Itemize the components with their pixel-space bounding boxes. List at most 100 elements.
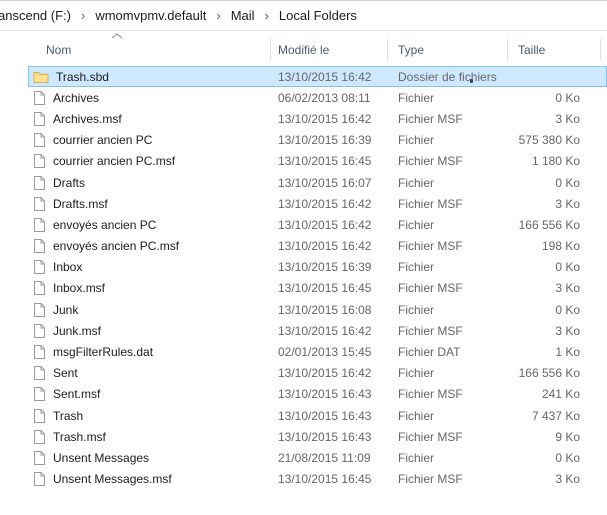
breadcrumb-item[interactable]: Mail bbox=[230, 6, 256, 25]
file-icon bbox=[33, 132, 46, 148]
file-row[interactable]: msgFilterRules.dat 02/01/2013 15:45 Fich… bbox=[28, 341, 607, 362]
file-row[interactable]: Drafts 13/10/2015 16:07 Fichier 0 Ko bbox=[28, 172, 607, 193]
file-row[interactable]: courrier ancien PC.msf 13/10/2015 16:45 … bbox=[28, 151, 607, 172]
column-header-type[interactable]: Type bbox=[398, 43, 424, 57]
mouse-cursor-artifact bbox=[470, 79, 473, 83]
file-icon bbox=[33, 408, 46, 424]
file-type: Fichier bbox=[387, 260, 507, 274]
column-header-name[interactable]: Nom bbox=[46, 43, 71, 57]
breadcrumb-item[interactable]: wmomvpmv.default bbox=[94, 6, 207, 25]
file-icon bbox=[33, 175, 46, 191]
file-icon bbox=[33, 302, 46, 318]
file-name: Archives.msf bbox=[53, 112, 122, 126]
breadcrumb-item[interactable]: Local Folders bbox=[278, 6, 358, 25]
column-resize-handle[interactable] bbox=[270, 38, 271, 61]
file-type: Fichier MSF bbox=[387, 239, 507, 253]
file-icon bbox=[33, 323, 46, 339]
file-icon bbox=[33, 302, 46, 318]
file-row[interactable]: Inbox 13/10/2015 16:39 Fichier 0 Ko bbox=[28, 257, 607, 278]
file-name: Trash bbox=[53, 409, 83, 423]
file-row[interactable]: envoyés ancien PC.msf 13/10/2015 16:42 F… bbox=[28, 236, 607, 257]
file-size: 3 Ko bbox=[507, 324, 600, 338]
file-icon bbox=[33, 175, 46, 191]
file-name-cell: Junk.msf bbox=[28, 323, 270, 339]
file-icon bbox=[33, 259, 46, 275]
file-modified-date: 13/10/2015 16:42 bbox=[270, 239, 387, 253]
file-size: 0 Ko bbox=[507, 303, 600, 317]
file-icon bbox=[33, 90, 46, 106]
breadcrumb-separator-icon: › bbox=[216, 9, 220, 22]
file-name-cell: envoyés ancien PC.msf bbox=[28, 238, 270, 254]
file-icon bbox=[33, 280, 46, 296]
file-icon bbox=[33, 259, 46, 275]
file-type: Fichier bbox=[387, 218, 507, 232]
file-row[interactable]: Sent.msf 13/10/2015 16:43 Fichier MSF 24… bbox=[28, 384, 607, 405]
file-name-cell: Trash.sbd bbox=[28, 70, 270, 84]
file-icon bbox=[33, 408, 46, 424]
file-modified-date: 13/10/2015 16:45 bbox=[270, 472, 387, 486]
file-size: 3 Ko bbox=[507, 112, 600, 126]
file-icon bbox=[33, 450, 46, 466]
file-type: Fichier MSF bbox=[387, 154, 507, 168]
file-size: 0 Ko bbox=[507, 176, 600, 190]
column-header-modified[interactable]: Modifié le bbox=[278, 43, 329, 57]
file-row[interactable]: Inbox.msf 13/10/2015 16:45 Fichier MSF 3… bbox=[28, 278, 607, 299]
file-icon bbox=[33, 344, 46, 360]
file-row[interactable]: courrier ancien PC 13/10/2015 16:39 Fich… bbox=[28, 130, 607, 151]
file-type: Fichier DAT bbox=[387, 345, 507, 359]
file-name: Unsent Messages bbox=[53, 451, 149, 465]
file-name: envoyés ancien PC.msf bbox=[53, 239, 179, 253]
column-resize-handle[interactable] bbox=[600, 38, 601, 61]
column-resize-handle[interactable] bbox=[507, 38, 508, 61]
file-row[interactable]: Archives.msf 13/10/2015 16:42 Fichier MS… bbox=[28, 108, 607, 129]
file-row[interactable]: Drafts.msf 13/10/2015 16:42 Fichier MSF … bbox=[28, 193, 607, 214]
file-row[interactable]: Trash 13/10/2015 16:43 Fichier 7 437 Ko bbox=[28, 405, 607, 426]
file-list: Trash.sbd 13/10/2015 16:42 Dossier de fi… bbox=[28, 66, 607, 490]
folder-icon bbox=[33, 70, 49, 84]
file-icon bbox=[33, 111, 46, 127]
file-type: Fichier bbox=[387, 303, 507, 317]
file-modified-date: 13/10/2015 16:42 bbox=[270, 112, 387, 126]
file-row[interactable]: Unsent Messages.msf 13/10/2015 16:45 Fic… bbox=[28, 469, 607, 490]
file-modified-date: 13/10/2015 16:42 bbox=[270, 197, 387, 211]
file-name: Inbox.msf bbox=[53, 281, 105, 295]
column-resize-handle[interactable] bbox=[387, 38, 388, 61]
file-icon bbox=[33, 217, 46, 233]
file-row[interactable]: Trash.msf 13/10/2015 16:43 Fichier MSF 9… bbox=[28, 426, 607, 447]
file-row[interactable]: Trash.sbd 13/10/2015 16:42 Dossier de fi… bbox=[28, 66, 607, 87]
file-row[interactable]: Junk 13/10/2015 16:08 Fichier 0 Ko bbox=[28, 299, 607, 320]
file-name-cell: Sent bbox=[28, 365, 270, 381]
file-size: 3 Ko bbox=[507, 281, 600, 295]
file-modified-date: 13/10/2015 16:45 bbox=[270, 154, 387, 168]
column-header-size[interactable]: Taille bbox=[518, 43, 545, 57]
file-name: Drafts.msf bbox=[53, 197, 108, 211]
file-type: Fichier MSF bbox=[387, 112, 507, 126]
file-type: Fichier bbox=[387, 451, 507, 465]
file-name-cell: Drafts.msf bbox=[28, 196, 270, 212]
file-modified-date: 21/08/2015 11:09 bbox=[270, 451, 387, 465]
file-name-cell: msgFilterRules.dat bbox=[28, 344, 270, 360]
file-row[interactable]: Junk.msf 13/10/2015 16:42 Fichier MSF 3 … bbox=[28, 320, 607, 341]
file-name-cell: Sent.msf bbox=[28, 386, 270, 402]
file-size: 0 Ko bbox=[507, 91, 600, 105]
file-name-cell: Drafts bbox=[28, 175, 270, 191]
file-row[interactable]: Sent 13/10/2015 16:42 Fichier 166 556 Ko bbox=[28, 363, 607, 384]
breadcrumb-item[interactable]: anscend (F:) bbox=[0, 6, 72, 25]
file-icon bbox=[33, 111, 46, 127]
file-row[interactable]: Archives 06/02/2013 08:11 Fichier 0 Ko bbox=[28, 87, 607, 108]
file-icon bbox=[33, 386, 46, 402]
file-modified-date: 13/10/2015 16:45 bbox=[270, 281, 387, 295]
file-row[interactable]: envoyés ancien PC 13/10/2015 16:42 Fichi… bbox=[28, 214, 607, 235]
file-name: Sent bbox=[53, 366, 78, 380]
breadcrumb-separator-icon: › bbox=[81, 9, 85, 22]
file-name: Trash.sbd bbox=[56, 70, 109, 84]
file-icon bbox=[33, 90, 46, 106]
file-icon bbox=[33, 280, 46, 296]
file-modified-date: 13/10/2015 16:42 bbox=[270, 366, 387, 380]
file-modified-date: 13/10/2015 16:42 bbox=[270, 70, 387, 84]
file-row[interactable]: Unsent Messages 21/08/2015 11:09 Fichier… bbox=[28, 447, 607, 468]
file-name: Inbox bbox=[53, 260, 82, 274]
file-modified-date: 13/10/2015 16:42 bbox=[270, 218, 387, 232]
file-icon bbox=[33, 365, 46, 381]
file-name: Sent.msf bbox=[53, 387, 100, 401]
